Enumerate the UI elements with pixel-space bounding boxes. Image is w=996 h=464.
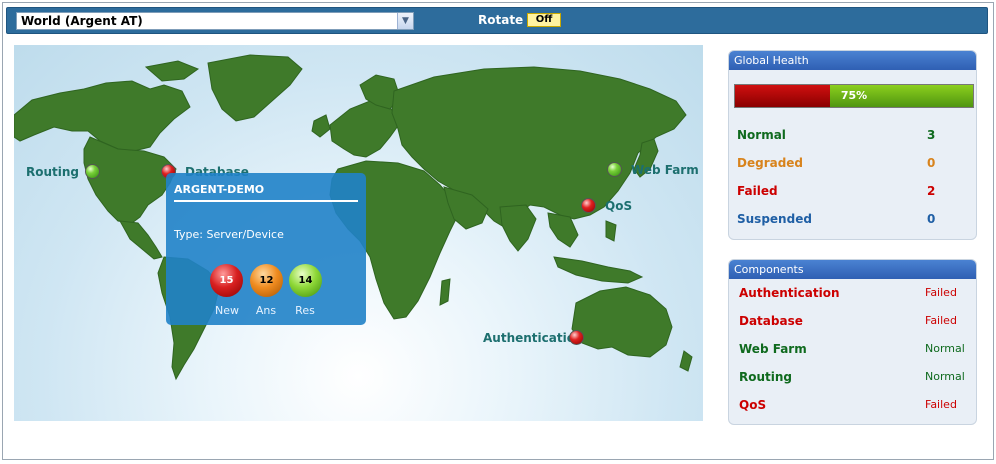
health-value-failed: 2 [927, 184, 936, 198]
component-row-routing[interactable]: Routing Normal [739, 370, 969, 384]
health-value-normal: 3 [927, 128, 936, 142]
component-name: Authentication [739, 286, 840, 300]
components-title: Components [729, 260, 976, 279]
new-count-label: New [215, 304, 239, 317]
health-label-suspended: Suspended [737, 212, 812, 226]
device-tooltip: ARGENT-DEMO Type: Server/Device 15 12 14… [166, 173, 366, 325]
component-status: Normal [925, 342, 965, 355]
status-marker-authentication[interactable] [569, 330, 584, 345]
health-row-suspended[interactable]: Suspended 0 [737, 212, 967, 226]
tooltip-type: Type: Server/Device [174, 228, 284, 241]
component-name: Web Farm [739, 342, 807, 356]
tooltip-title: ARGENT-DEMO [174, 183, 265, 196]
answered-count-label: Ans [255, 304, 277, 317]
health-row-degraded[interactable]: Degraded 0 [737, 156, 967, 170]
component-status: Failed [925, 398, 957, 411]
rotate-label: Rotate [478, 13, 524, 27]
health-progress-bar: 75% [734, 84, 974, 108]
health-row-failed[interactable]: Failed 2 [737, 184, 967, 198]
marker-label-qos: QoS [605, 199, 633, 213]
component-status: Failed [925, 286, 957, 299]
component-status: Normal [925, 370, 965, 383]
health-percent: 75% [840, 89, 868, 102]
component-name: Routing [739, 370, 793, 384]
status-marker-web-farm[interactable] [607, 162, 622, 177]
status-marker-routing[interactable] [85, 164, 100, 179]
status-marker-qos[interactable] [581, 198, 596, 213]
health-value-degraded: 0 [927, 156, 936, 170]
component-row-qos[interactable]: QoS Failed [739, 398, 969, 412]
rotate-toggle[interactable]: Off [527, 13, 561, 27]
view-select[interactable]: World (Argent AT) ▼ [16, 12, 414, 30]
top-toolbar: World (Argent AT) ▼ Rotate Off [6, 7, 988, 34]
marker-label-routing: Routing [26, 165, 80, 179]
component-row-web-farm[interactable]: Web Farm Normal [739, 342, 969, 356]
new-count-badge[interactable]: 15 [210, 264, 243, 297]
components-panel: Components Authentication Failed Databas… [728, 259, 977, 425]
health-label-degraded: Degraded [737, 156, 804, 170]
component-name: Database [739, 314, 803, 328]
view-select-value: World (Argent AT) [21, 14, 143, 28]
marker-label-web-farm: Web Farm [631, 163, 699, 177]
global-health-title: Global Health [729, 51, 976, 70]
health-label-normal: Normal [737, 128, 786, 142]
health-label-failed: Failed [737, 184, 778, 198]
resolved-count-label: Res [295, 304, 315, 317]
answered-count-badge[interactable]: 12 [250, 264, 283, 297]
health-value-suspended: 0 [927, 212, 936, 226]
component-row-database[interactable]: Database Failed [739, 314, 969, 328]
chevron-down-icon[interactable]: ▼ [397, 13, 413, 29]
component-status: Failed [925, 314, 957, 327]
component-row-authentication[interactable]: Authentication Failed [739, 286, 969, 300]
tooltip-divider [174, 200, 358, 202]
resolved-count-badge[interactable]: 14 [289, 264, 322, 297]
component-name: QoS [739, 398, 767, 412]
health-row-normal[interactable]: Normal 3 [737, 128, 967, 142]
global-health-panel: Global Health 75% Normal 3 Degraded 0 Fa… [728, 50, 977, 240]
